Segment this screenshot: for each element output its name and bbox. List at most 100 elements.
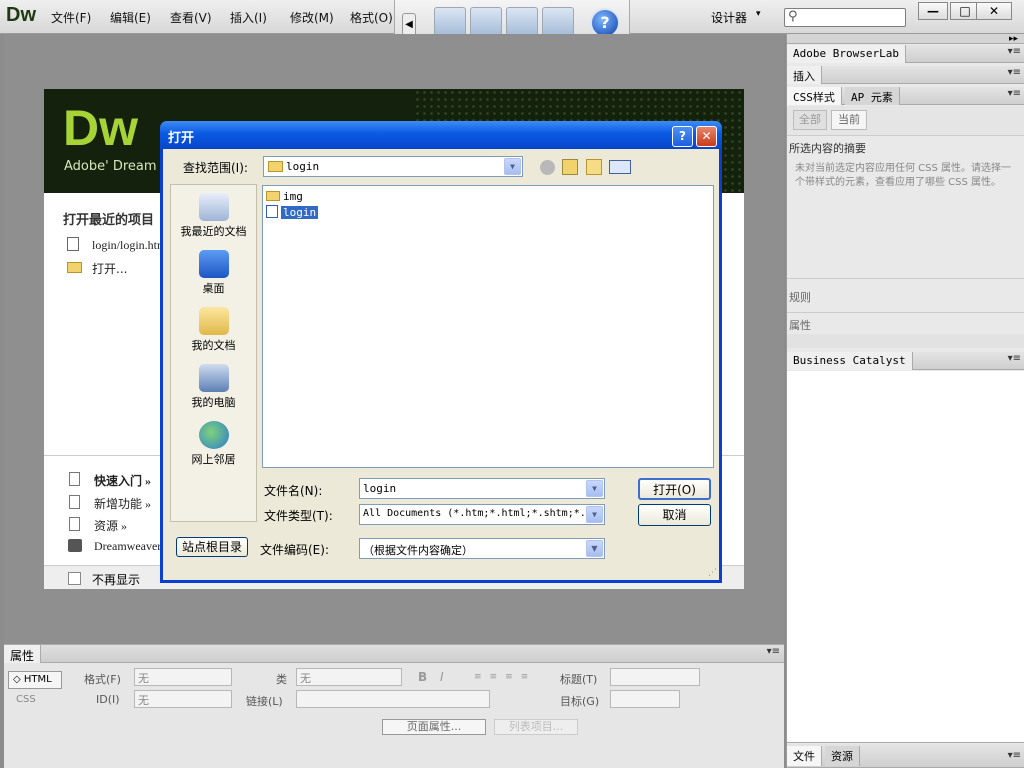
- place-my-documents[interactable]: 我的文档: [171, 307, 256, 353]
- place-my-computer[interactable]: 我的电脑: [171, 364, 256, 410]
- panel-menu-icon[interactable]: ▾≡: [1008, 353, 1021, 364]
- chevron-down-icon[interactable]: ▼: [586, 506, 603, 523]
- chevron-down-icon[interactable]: ▼: [586, 480, 603, 497]
- resources-link[interactable]: 资源 »: [94, 517, 127, 534]
- brand-text: Adobe' Dream: [64, 159, 157, 174]
- css-panel-header: CSS样式 AP 元素 ▾≡: [787, 87, 1024, 105]
- list-icons[interactable]: ≡≡≡≡: [474, 672, 536, 682]
- tab-properties[interactable]: 属性: [4, 645, 42, 663]
- class-select[interactable]: 无: [296, 668, 402, 686]
- close-window-button[interactable]: ✕: [976, 2, 1012, 20]
- chevron-down-icon[interactable]: ▾: [756, 9, 761, 19]
- id-label: ID(I): [96, 693, 120, 706]
- recent-projects-title: 打开最近的项目: [63, 213, 155, 228]
- italic-button[interactable]: I: [440, 670, 444, 684]
- exchange-icon: [68, 539, 82, 552]
- menu-edit[interactable]: 编辑(E): [110, 9, 151, 26]
- encoding-select[interactable]: （根据文件内容确定） ▼: [359, 538, 605, 559]
- up-folder-icon[interactable]: [562, 159, 578, 175]
- html-file-icon: [266, 205, 278, 218]
- file-list[interactable]: img login: [262, 185, 714, 468]
- cancel-button[interactable]: 取消: [638, 504, 711, 526]
- format-select[interactable]: 无: [134, 668, 232, 686]
- tab-insert[interactable]: 插入: [787, 66, 822, 84]
- dreamweaver-exchange-link[interactable]: Dreamweaver: [94, 539, 161, 554]
- page-properties-button[interactable]: 页面属性...: [382, 719, 486, 735]
- new-folder-icon[interactable]: [586, 159, 602, 175]
- open-button[interactable]: 打开(O): [638, 478, 711, 500]
- desktop-icon: [198, 250, 229, 278]
- search-icon: ⚲: [788, 9, 798, 24]
- dialog-title: 打开: [168, 131, 195, 146]
- look-in-select[interactable]: login ▼: [263, 156, 523, 177]
- filetype-label: 文件类型(T):: [264, 509, 333, 523]
- css-mode-button[interactable]: CSS: [16, 694, 36, 705]
- panel-menu-icon[interactable]: ▾≡: [767, 646, 780, 657]
- business-catalyst-content: [787, 371, 1024, 743]
- back-icon[interactable]: [540, 160, 555, 175]
- recent-file-link[interactable]: login/login.htm: [92, 238, 166, 253]
- chevron-down-icon[interactable]: ▼: [586, 540, 603, 557]
- current-mode-button[interactable]: 当前: [831, 110, 867, 130]
- dont-show-checkbox[interactable]: [68, 572, 81, 585]
- help-search-input[interactable]: ⚲: [784, 8, 906, 27]
- view-menu-icon[interactable]: [609, 160, 631, 174]
- new-features-link[interactable]: 新增功能 »: [94, 495, 151, 512]
- place-recent[interactable]: 我最近的文档: [171, 193, 256, 239]
- properties-header: 属性 ▾≡: [4, 645, 784, 663]
- resize-grip[interactable]: ⋰: [708, 568, 717, 578]
- target-select[interactable]: [610, 690, 680, 708]
- chevron-down-icon[interactable]: ▼: [504, 158, 521, 175]
- tab-ap-elements[interactable]: AP 元素: [845, 87, 900, 105]
- workspace-switcher[interactable]: 设计器: [711, 9, 747, 26]
- id-select[interactable]: 无: [134, 690, 232, 708]
- clock-icon: [198, 193, 229, 221]
- app-logo: Dw: [6, 4, 36, 26]
- expand-icon[interactable]: ▸▸: [1009, 34, 1018, 44]
- menu-modify[interactable]: 修改(M): [290, 9, 334, 26]
- look-in-label: 查找范围(I):: [183, 161, 248, 175]
- open-link[interactable]: 打开...: [92, 260, 127, 277]
- dialog-body: 查找范围(I): login ▼ 我最近的文档 桌面 我的文档 我的电脑 网上邻…: [163, 149, 719, 580]
- tab-assets[interactable]: 资源: [825, 746, 860, 766]
- document-icon: [69, 517, 80, 531]
- quick-start-link[interactable]: 快速入门 »: [94, 472, 151, 489]
- summary-text: 未对当前选定内容应用任何 CSS 属性。请选择一个带样式的元素，查看应用了哪些 …: [795, 163, 1012, 188]
- link-input[interactable]: [296, 690, 490, 708]
- filename-input[interactable]: login ▼: [359, 478, 605, 499]
- panel-menu-icon[interactable]: ▾≡: [1008, 88, 1021, 99]
- list-item[interactable]: img: [266, 189, 303, 204]
- tab-files[interactable]: 文件: [787, 746, 822, 766]
- folder-icon: [268, 161, 283, 172]
- panel-menu-icon[interactable]: ▾≡: [1008, 46, 1021, 57]
- menu-format[interactable]: 格式(O): [350, 9, 393, 26]
- title-input[interactable]: [610, 668, 700, 686]
- tab-business-catalyst[interactable]: Business Catalyst: [787, 352, 913, 370]
- menu-view[interactable]: 查看(V): [170, 9, 212, 26]
- menu-file[interactable]: 文件(F): [51, 9, 91, 26]
- all-mode-button[interactable]: 全部: [793, 110, 827, 130]
- tab-browserlab[interactable]: Adobe BrowserLab: [787, 45, 906, 63]
- dont-show-label: 不再显示: [92, 573, 141, 587]
- places-bar: 我最近的文档 桌面 我的文档 我的电脑 网上邻居: [170, 184, 257, 522]
- place-desktop[interactable]: 桌面: [171, 250, 256, 296]
- dialog-close-button[interactable]: ✕: [696, 126, 717, 147]
- document-icon: [69, 472, 80, 486]
- site-root-button[interactable]: 站点根目录: [176, 537, 248, 557]
- panel-menu-icon[interactable]: ▾≡: [1008, 67, 1021, 78]
- dw-logo: Dw: [63, 100, 138, 156]
- bold-button[interactable]: B: [418, 670, 427, 684]
- place-network[interactable]: 网上邻居: [171, 421, 256, 467]
- menu-insert[interactable]: 插入(I): [230, 9, 267, 26]
- list-item[interactable]: login: [266, 205, 319, 220]
- html-mode-button[interactable]: ◇ HTML: [8, 671, 62, 689]
- panel-menu-icon[interactable]: ▾≡: [1008, 750, 1021, 761]
- folder-icon: [266, 191, 280, 201]
- encoding-label: 文件编码(E):: [260, 543, 329, 557]
- minimize-button[interactable]: —: [918, 2, 948, 20]
- rules-label: 规则: [789, 291, 811, 304]
- filetype-select[interactable]: All Documents (*.htm;*.html;*.shtm;*. ▼: [359, 504, 605, 525]
- dialog-help-button[interactable]: ?: [672, 126, 693, 147]
- tab-css-styles[interactable]: CSS样式: [787, 87, 842, 105]
- list-item-button[interactable]: 列表项目...: [494, 719, 578, 735]
